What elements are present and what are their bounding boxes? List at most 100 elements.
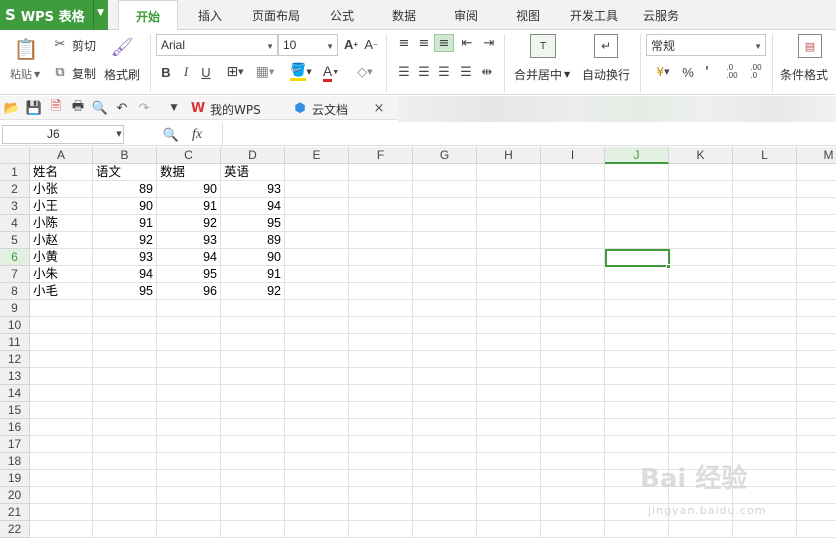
italic-button[interactable]: I <box>178 64 194 80</box>
cell-k14[interactable] <box>669 385 733 402</box>
undo-icon[interactable]: ↶ <box>114 100 130 116</box>
cell-e20[interactable] <box>285 487 349 504</box>
tab-home[interactable]: 开始 <box>118 0 178 31</box>
cell-k12[interactable] <box>669 351 733 368</box>
cell-i19[interactable] <box>541 470 605 487</box>
cell-h2[interactable] <box>477 181 541 198</box>
row-header-19[interactable]: 19 <box>0 470 30 487</box>
column-header-k[interactable]: K <box>669 147 733 164</box>
cell-c17[interactable] <box>157 436 221 453</box>
cell-g17[interactable] <box>413 436 477 453</box>
name-box[interactable]: J6 <box>2 125 124 144</box>
increase-decimal-icon[interactable]: .0.00 <box>722 63 742 81</box>
selected-cell[interactable] <box>605 249 670 267</box>
cell-f16[interactable] <box>349 419 413 436</box>
cell-c2[interactable]: 90 <box>157 181 221 198</box>
cell-m3[interactable] <box>797 198 836 215</box>
cell-h16[interactable] <box>477 419 541 436</box>
cell-b15[interactable] <box>93 402 157 419</box>
cell-g6[interactable] <box>413 249 477 266</box>
zoom-icon[interactable]: 🔍 <box>162 126 180 144</box>
cell-a6[interactable]: 小黄 <box>30 249 93 266</box>
cell-c1[interactable]: 数据 <box>157 164 221 181</box>
align-middle-icon[interactable]: ≡ <box>416 36 432 51</box>
cell-l2[interactable] <box>733 181 797 198</box>
app-menu-button[interactable]: S WPS 表格 ▼ <box>0 0 108 30</box>
number-format-dropdown[interactable]: 常规 ▼ <box>646 34 766 56</box>
cell-d3[interactable]: 94 <box>221 198 285 215</box>
cell-c6[interactable]: 94 <box>157 249 221 266</box>
cell-f6[interactable] <box>349 249 413 266</box>
align-right-icon[interactable]: ☰ <box>436 65 452 80</box>
cell-a18[interactable] <box>30 453 93 470</box>
cell-a7[interactable]: 小朱 <box>30 266 93 283</box>
cell-k17[interactable] <box>669 436 733 453</box>
cell-e17[interactable] <box>285 436 349 453</box>
cell-m17[interactable] <box>797 436 836 453</box>
cell-i21[interactable] <box>541 504 605 521</box>
cell-f11[interactable] <box>349 334 413 351</box>
cell-m15[interactable] <box>797 402 836 419</box>
cell-g9[interactable] <box>413 300 477 317</box>
redo-icon[interactable]: ↷ <box>136 100 152 116</box>
cell-h1[interactable] <box>477 164 541 181</box>
cell-a11[interactable] <box>30 334 93 351</box>
close-icon[interactable]: × <box>372 100 386 116</box>
cell-h8[interactable] <box>477 283 541 300</box>
cell-f7[interactable] <box>349 266 413 283</box>
column-header-b[interactable]: B <box>93 147 157 164</box>
cell-k6[interactable] <box>669 249 733 266</box>
copy-icon[interactable]: ⧉ <box>52 64 68 80</box>
row-header-14[interactable]: 14 <box>0 385 30 402</box>
cell-i16[interactable] <box>541 419 605 436</box>
tab-cloud-doc[interactable]: 云文档 <box>312 101 348 118</box>
row-header-3[interactable]: 3 <box>0 198 30 215</box>
cell-c8[interactable]: 96 <box>157 283 221 300</box>
cell-d7[interactable]: 91 <box>221 266 285 283</box>
cell-d6[interactable]: 90 <box>221 249 285 266</box>
cell-k7[interactable] <box>669 266 733 283</box>
cell-l8[interactable] <box>733 283 797 300</box>
cell-j9[interactable] <box>605 300 669 317</box>
tab-page-layout[interactable]: 页面布局 <box>244 0 308 30</box>
cell-f10[interactable] <box>349 317 413 334</box>
comma-button[interactable]: ' <box>700 63 714 81</box>
cell-f9[interactable] <box>349 300 413 317</box>
conditional-format-button[interactable]: 条件格式 <box>780 66 828 83</box>
cell-g14[interactable] <box>413 385 477 402</box>
row-header-9[interactable]: 9 <box>0 300 30 317</box>
column-header-d[interactable]: D <box>221 147 285 164</box>
cell-b9[interactable] <box>93 300 157 317</box>
cell-m11[interactable] <box>797 334 836 351</box>
cell-f12[interactable] <box>349 351 413 368</box>
cell-b16[interactable] <box>93 419 157 436</box>
format-painter-button[interactable]: 格式刷 <box>104 66 140 83</box>
increase-indent-icon[interactable]: ⇥ <box>480 36 498 51</box>
cell-g21[interactable] <box>413 504 477 521</box>
cell-b13[interactable] <box>93 368 157 385</box>
cell-c10[interactable] <box>157 317 221 334</box>
cell-j12[interactable] <box>605 351 669 368</box>
decrease-font-icon[interactable]: A − <box>362 35 380 53</box>
cell-h12[interactable] <box>477 351 541 368</box>
cell-c5[interactable]: 93 <box>157 232 221 249</box>
scissors-icon[interactable]: ✂ <box>52 36 68 52</box>
cell-g22[interactable] <box>413 521 477 538</box>
cell-f2[interactable] <box>349 181 413 198</box>
column-header-e[interactable]: E <box>285 147 349 164</box>
cell-d17[interactable] <box>221 436 285 453</box>
cell-k9[interactable] <box>669 300 733 317</box>
cell-b8[interactable]: 95 <box>93 283 157 300</box>
cell-h9[interactable] <box>477 300 541 317</box>
row-header-7[interactable]: 7 <box>0 266 30 283</box>
cell-e6[interactable] <box>285 249 349 266</box>
cell-i12[interactable] <box>541 351 605 368</box>
distributed-align-icon[interactable]: ⇹ <box>478 65 496 80</box>
cell-e1[interactable] <box>285 164 349 181</box>
cell-c19[interactable] <box>157 470 221 487</box>
cell-g7[interactable] <box>413 266 477 283</box>
cell-c15[interactable] <box>157 402 221 419</box>
cell-l4[interactable] <box>733 215 797 232</box>
cell-m12[interactable] <box>797 351 836 368</box>
cell-h5[interactable] <box>477 232 541 249</box>
